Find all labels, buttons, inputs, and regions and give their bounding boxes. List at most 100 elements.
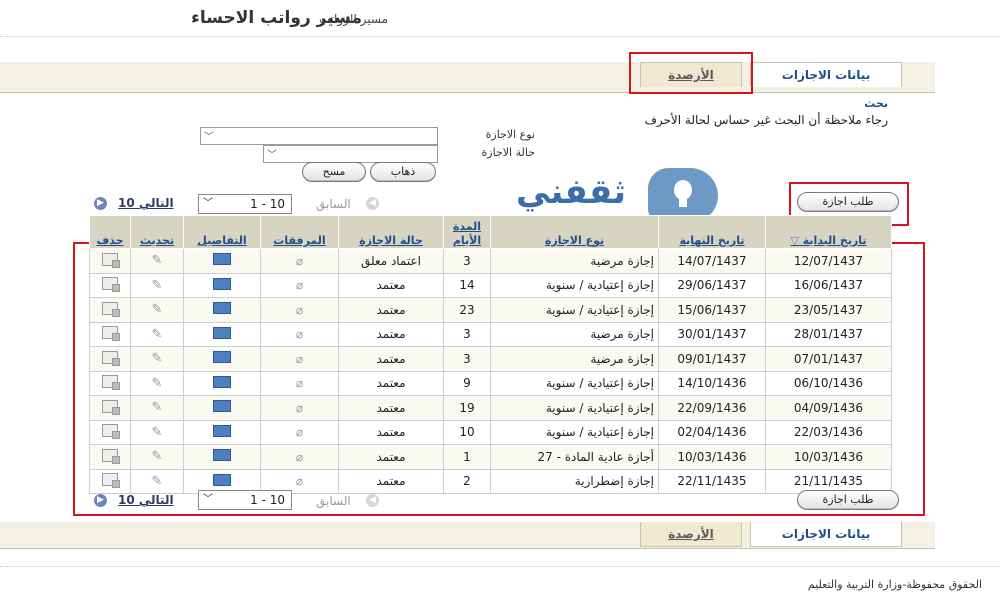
pencil-icon[interactable]: ✎ bbox=[152, 474, 163, 489]
cell-details[interactable] bbox=[183, 297, 261, 323]
details-icon[interactable] bbox=[213, 277, 231, 290]
cell-update[interactable]: ✎ bbox=[130, 248, 184, 274]
details-icon[interactable] bbox=[213, 351, 231, 364]
paperclip-icon[interactable]: ⌀ bbox=[296, 401, 303, 415]
cell-details[interactable] bbox=[183, 370, 261, 396]
pencil-icon[interactable]: ✎ bbox=[152, 278, 163, 293]
pencil-icon[interactable]: ✎ bbox=[152, 449, 163, 464]
cell-update[interactable]: ✎ bbox=[130, 297, 184, 323]
col-status[interactable]: حالة الاجازة bbox=[338, 215, 444, 249]
col-end-date[interactable]: تاريخ النهاية bbox=[658, 215, 766, 249]
paperclip-icon[interactable]: ⌀ bbox=[296, 352, 303, 366]
pencil-icon[interactable]: ✎ bbox=[152, 400, 163, 415]
details-icon[interactable] bbox=[213, 449, 231, 462]
cell-attachments[interactable]: ⌀ bbox=[260, 395, 339, 421]
cell-details[interactable] bbox=[183, 272, 261, 298]
details-icon[interactable] bbox=[213, 473, 231, 486]
clear-button[interactable]: مسح bbox=[302, 162, 366, 182]
cell-details[interactable] bbox=[183, 321, 261, 347]
cell-update[interactable]: ✎ bbox=[130, 395, 184, 421]
pencil-icon[interactable]: ✎ bbox=[152, 351, 163, 366]
leave-type-select[interactable]: ﹀ bbox=[200, 127, 438, 145]
details-icon[interactable] bbox=[213, 424, 231, 437]
col-leave-type[interactable]: نوع الاجازة bbox=[490, 215, 659, 249]
next-arrow-icon[interactable]: ▶ bbox=[94, 494, 107, 507]
details-icon[interactable] bbox=[213, 302, 231, 315]
cell-details[interactable] bbox=[183, 444, 261, 470]
range-select[interactable]: ﹀ 1 - 10 bbox=[198, 194, 292, 214]
cell-details[interactable] bbox=[183, 395, 261, 421]
cell-attachments[interactable]: ⌀ bbox=[260, 272, 339, 298]
cell-update[interactable]: ✎ bbox=[130, 321, 184, 347]
delete-icon[interactable] bbox=[102, 326, 120, 342]
delete-icon[interactable] bbox=[102, 350, 120, 366]
leave-status-select[interactable]: ﹀ bbox=[263, 145, 438, 163]
delete-icon[interactable] bbox=[102, 277, 120, 293]
delete-icon[interactable] bbox=[102, 424, 120, 440]
cell-update[interactable]: ✎ bbox=[130, 272, 184, 298]
cell-delete[interactable] bbox=[89, 248, 131, 274]
pencil-icon[interactable]: ✎ bbox=[152, 425, 163, 440]
cell-update[interactable]: ✎ bbox=[130, 419, 184, 445]
col-details[interactable]: التفاصيل bbox=[183, 215, 261, 249]
cell-update[interactable]: ✎ bbox=[130, 468, 184, 494]
cell-attachments[interactable]: ⌀ bbox=[260, 370, 339, 396]
cell-delete[interactable] bbox=[89, 297, 131, 323]
paperclip-icon[interactable]: ⌀ bbox=[296, 278, 303, 292]
paperclip-icon[interactable]: ⌀ bbox=[296, 303, 303, 317]
col-delete[interactable]: حذف bbox=[89, 215, 131, 249]
paperclip-icon[interactable]: ⌀ bbox=[296, 474, 303, 488]
cell-delete[interactable] bbox=[89, 468, 131, 494]
next-arrow-icon[interactable]: ▶ bbox=[94, 197, 107, 210]
cell-attachments[interactable]: ⌀ bbox=[260, 321, 339, 347]
delete-icon[interactable] bbox=[102, 448, 120, 464]
request-leave-button[interactable]: طلب اجازة bbox=[797, 192, 899, 212]
cell-delete[interactable] bbox=[89, 419, 131, 445]
cell-details[interactable] bbox=[183, 248, 261, 274]
cell-delete[interactable] bbox=[89, 321, 131, 347]
pencil-icon[interactable]: ✎ bbox=[152, 302, 163, 317]
pencil-icon[interactable]: ✎ bbox=[152, 376, 163, 391]
delete-icon[interactable] bbox=[102, 301, 120, 317]
request-leave-button-bottom[interactable]: طلب اجازة bbox=[797, 490, 899, 510]
col-start-date[interactable]: ▽ تاريخ البداية bbox=[765, 215, 892, 249]
cell-details[interactable] bbox=[183, 419, 261, 445]
pencil-icon[interactable]: ✎ bbox=[152, 327, 163, 342]
cell-attachments[interactable]: ⌀ bbox=[260, 444, 339, 470]
details-icon[interactable] bbox=[213, 375, 231, 388]
col-attachments[interactable]: المرفقات bbox=[260, 215, 339, 249]
paperclip-icon[interactable]: ⌀ bbox=[296, 254, 303, 268]
paperclip-icon[interactable]: ⌀ bbox=[296, 376, 303, 390]
cell-attachments[interactable]: ⌀ bbox=[260, 419, 339, 445]
cell-details[interactable] bbox=[183, 346, 261, 372]
delete-icon[interactable] bbox=[102, 473, 120, 489]
cell-attachments[interactable]: ⌀ bbox=[260, 248, 339, 274]
next-link-bottom[interactable]: 10 التالي bbox=[118, 493, 174, 507]
delete-icon[interactable] bbox=[102, 399, 120, 415]
col-update[interactable]: تحديث bbox=[130, 215, 184, 249]
details-icon[interactable] bbox=[213, 253, 231, 266]
delete-icon[interactable] bbox=[102, 375, 120, 391]
tab-balances-bottom[interactable]: الأرصدة bbox=[640, 522, 742, 547]
cell-update[interactable]: ✎ bbox=[130, 370, 184, 396]
tab-leave-data[interactable]: بيانات الاجازات bbox=[750, 62, 902, 87]
cell-delete[interactable] bbox=[89, 346, 131, 372]
details-icon[interactable] bbox=[213, 400, 231, 413]
paperclip-icon[interactable]: ⌀ bbox=[296, 327, 303, 341]
tab-leave-data-bottom[interactable]: بيانات الاجازات bbox=[750, 522, 902, 547]
delete-icon[interactable] bbox=[102, 252, 120, 268]
cell-delete[interactable] bbox=[89, 395, 131, 421]
paperclip-icon[interactable]: ⌀ bbox=[296, 450, 303, 464]
cell-delete[interactable] bbox=[89, 272, 131, 298]
go-button[interactable]: ذهاب bbox=[370, 162, 436, 182]
cell-update[interactable]: ✎ bbox=[130, 346, 184, 372]
details-icon[interactable] bbox=[213, 326, 231, 339]
pencil-icon[interactable]: ✎ bbox=[152, 253, 163, 268]
col-duration[interactable]: المدة الأيام bbox=[443, 215, 491, 249]
next-link[interactable]: 10 التالي bbox=[118, 196, 174, 210]
range-select-bottom[interactable]: ﹀ 1 - 10 bbox=[198, 490, 292, 510]
cell-delete[interactable] bbox=[89, 444, 131, 470]
paperclip-icon[interactable]: ⌀ bbox=[296, 425, 303, 439]
cell-attachments[interactable]: ⌀ bbox=[260, 346, 339, 372]
cell-delete[interactable] bbox=[89, 370, 131, 396]
